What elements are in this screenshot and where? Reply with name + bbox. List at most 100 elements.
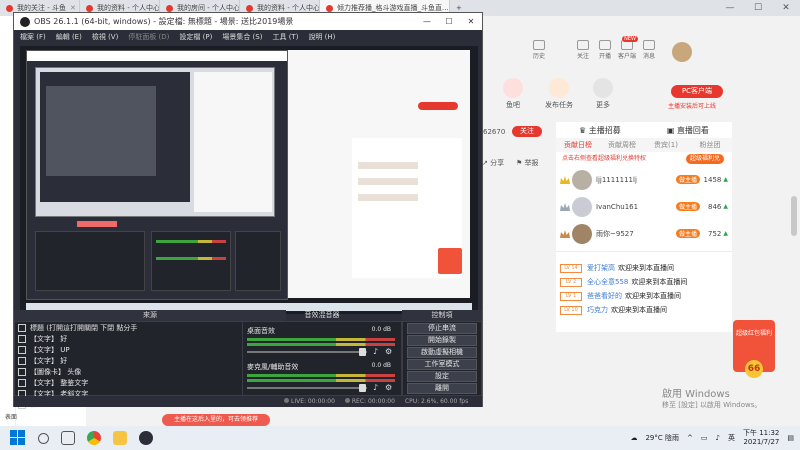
fishbar-button[interactable]: 鱼吧 bbox=[503, 78, 523, 110]
broadcast-icon bbox=[599, 40, 611, 50]
weather-text[interactable]: 29°C 陰雨 bbox=[645, 433, 679, 443]
rank-note-text: 点击右侧查看超级福利兑换特权 bbox=[562, 155, 647, 162]
more-button[interactable]: 更多 bbox=[593, 78, 613, 110]
slider-knob[interactable] bbox=[359, 384, 366, 392]
search-icon[interactable] bbox=[38, 432, 49, 444]
chat-text: 欢迎来到本直播间 bbox=[625, 292, 681, 300]
clock-time: 下午 11:32 bbox=[742, 429, 780, 437]
volume-slider[interactable]: ♪ ⚙ bbox=[247, 348, 395, 356]
obs-preview[interactable] bbox=[20, 46, 478, 314]
message-icon bbox=[643, 40, 655, 50]
gear-icon[interactable]: ⚙ bbox=[385, 348, 392, 356]
controls-dock: 停止串流 開始錄製 啟動虛擬相機 工作室模式 設定 離開 bbox=[402, 321, 482, 396]
divider bbox=[556, 251, 732, 261]
level-meter bbox=[247, 338, 395, 341]
subtab-fans[interactable]: 粉丝团 bbox=[688, 138, 732, 152]
tasks-button[interactable]: 发布任务 bbox=[545, 78, 573, 110]
exit-button[interactable]: 離開 bbox=[407, 383, 477, 394]
tray-arrow-icon[interactable]: ^ bbox=[687, 434, 693, 442]
rank-name: 雨你~9527 bbox=[596, 229, 634, 238]
rank-row[interactable]: ljj1111111lj 做主播 1458 ▲ bbox=[556, 166, 732, 193]
client-button[interactable]: NEW 客户端 bbox=[618, 36, 638, 60]
scrollbar-thumb[interactable] bbox=[791, 196, 797, 236]
clock[interactable]: 下午 11:32 2021/7/27 bbox=[743, 429, 779, 447]
recommend-toast[interactable]: 主播在这后入里的，可去领推荐 bbox=[162, 414, 270, 426]
chat-user[interactable]: 巧克力 bbox=[587, 305, 608, 315]
obs-minimize-icon[interactable]: — bbox=[416, 17, 438, 26]
menu-file[interactable]: 檔案 (F) bbox=[20, 32, 46, 42]
start-recording-button[interactable]: 開始錄製 bbox=[407, 335, 477, 346]
slider-knob[interactable] bbox=[359, 348, 366, 356]
rank-row[interactable]: IvanChu161 做主播 846 ▲ bbox=[556, 193, 732, 220]
subtab-daily[interactable]: 贡献日榜 bbox=[556, 138, 600, 152]
menu-profile[interactable]: 設定檔 (P) bbox=[179, 32, 212, 42]
studio-mode-button[interactable]: 工作室模式 bbox=[407, 359, 477, 370]
chrome-icon[interactable] bbox=[87, 431, 101, 445]
text-source-icon bbox=[18, 323, 26, 332]
menu-edit[interactable]: 編輯 (E) bbox=[56, 32, 82, 42]
subtab-weekly[interactable]: 贡献周榜 bbox=[600, 138, 644, 152]
settings-button[interactable]: 設定 bbox=[407, 371, 477, 382]
level-badge: LV 1 bbox=[560, 291, 582, 301]
super-welfare-button[interactable]: 超级福利兑 bbox=[685, 154, 724, 164]
menu-view[interactable]: 檢視 (V) bbox=[92, 32, 118, 42]
menu-tools[interactable]: 工具 (T) bbox=[272, 32, 298, 42]
task-view-icon[interactable] bbox=[61, 431, 75, 445]
page-scrollbar[interactable] bbox=[788, 16, 800, 426]
tab-replay[interactable]: ▣ 直播回看 bbox=[667, 125, 709, 136]
gear-icon[interactable]: ⚙ bbox=[385, 384, 392, 392]
notification-icon[interactable]: ▤ bbox=[787, 434, 794, 442]
level-meter bbox=[247, 379, 395, 382]
speaker-icon[interactable]: ♪ bbox=[373, 348, 378, 356]
share-button[interactable]: ↗ 分享 bbox=[482, 158, 504, 168]
obs-taskbar-icon[interactable] bbox=[139, 431, 153, 445]
text-source-icon bbox=[18, 334, 26, 343]
activate-subtitle: 移至 [設定] 以啟用 Windows。 bbox=[662, 401, 762, 409]
chat-user[interactable]: 全心全意558 bbox=[587, 277, 628, 287]
menu-docks[interactable]: 停駐面板 (D) bbox=[128, 32, 169, 42]
rank-panel: ♛ 主播招募 ▣ 直播回看 贡献日榜 贡献周榜 贵宾(1) 粉丝团 点击右侧查看… bbox=[556, 122, 732, 332]
close-window-icon[interactable]: ✕ bbox=[772, 0, 800, 16]
chat-user[interactable]: 爱打架高 bbox=[587, 263, 615, 273]
windows-start-icon[interactable] bbox=[10, 430, 26, 446]
source-label: 【文字】 好 bbox=[30, 356, 68, 365]
chat-message: LV 1 爸爸看好的 欢迎来到本直播间 bbox=[556, 289, 732, 303]
speaker-icon[interactable]: ♪ bbox=[373, 384, 378, 392]
close-tab-icon[interactable]: ✕ bbox=[70, 4, 76, 12]
minimize-icon[interactable]: — bbox=[716, 0, 744, 16]
stop-streaming-button[interactable]: 停止串流 bbox=[407, 323, 477, 334]
follow-button[interactable]: 关注 bbox=[512, 126, 542, 137]
pc-client-button[interactable]: PC客户端 bbox=[671, 85, 723, 98]
user-avatar[interactable] bbox=[672, 42, 692, 62]
obs-menu-bar: 檔案 (F) 編輯 (E) 檢視 (V) 停駐面板 (D) 設定檔 (P) 場景… bbox=[14, 30, 482, 44]
tab-recruit[interactable]: ♛ 主播招募 bbox=[579, 125, 621, 136]
rank-row[interactable]: 雨你~9527 做主播 752 ▲ bbox=[556, 220, 732, 247]
follow-nav-button[interactable]: 关注 bbox=[574, 40, 592, 60]
menu-scene-collection[interactable]: 場景集合 (S) bbox=[222, 32, 262, 42]
rank-score: 752 bbox=[708, 229, 722, 238]
red-packet-gift[interactable]: 超级红包福利 66 bbox=[733, 320, 775, 378]
douyu-favicon-icon bbox=[326, 4, 333, 12]
obs-maximize-icon[interactable]: ☐ bbox=[438, 17, 460, 26]
volume-icon[interactable]: ♪ bbox=[716, 434, 720, 442]
obs-close-icon[interactable]: ✕ bbox=[460, 17, 482, 26]
maximize-icon[interactable]: ☐ bbox=[744, 0, 772, 16]
menu-help[interactable]: 說明 (H) bbox=[308, 32, 335, 42]
report-button[interactable]: ⚑ 举报 bbox=[516, 158, 539, 168]
level-badge: LV 14 bbox=[560, 263, 582, 273]
chat-user[interactable]: 爸爸看好的 bbox=[587, 291, 622, 301]
live-dot-icon bbox=[284, 398, 289, 403]
file-explorer-icon[interactable] bbox=[113, 431, 127, 445]
virtual-camera-button[interactable]: 啟動虛擬相機 bbox=[407, 347, 477, 358]
source-label: 【文字】 整鉴文字 bbox=[30, 378, 89, 387]
volume-slider[interactable]: ♪ ⚙ bbox=[247, 384, 395, 392]
messages-button[interactable]: 消息 bbox=[640, 40, 658, 60]
broadcast-button[interactable]: 开播 bbox=[596, 40, 614, 60]
activate-title: 啟用 Windows bbox=[662, 389, 730, 400]
ime-indicator[interactable]: 英 bbox=[728, 433, 735, 443]
obs-title-bar: OBS 26.1.1 (64-bit, windows) - 設定檔: 無標題 … bbox=[14, 13, 482, 30]
network-icon[interactable]: ▭ bbox=[701, 434, 708, 442]
rec-time: REC: 00:00:00 bbox=[351, 398, 395, 405]
history-button[interactable]: 历史 bbox=[530, 40, 548, 60]
subtab-vip[interactable]: 贵宾(1) bbox=[644, 138, 688, 152]
